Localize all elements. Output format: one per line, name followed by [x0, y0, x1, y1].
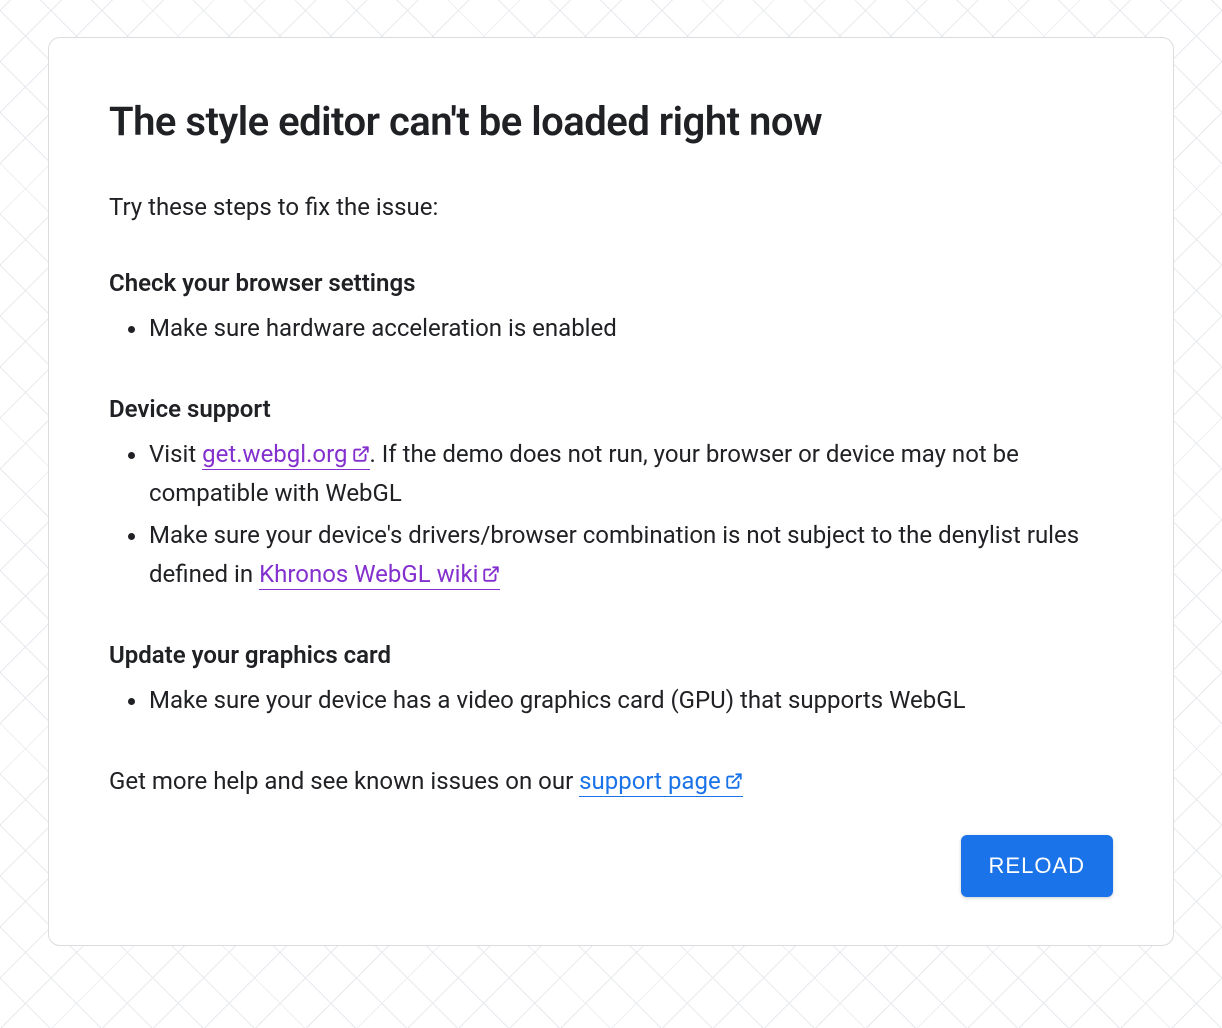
external-link-icon [725, 768, 743, 796]
footer-prefix: Get more help and see known issues on ou… [109, 767, 579, 795]
webgl-link[interactable]: get.webgl.org [202, 440, 369, 470]
button-row: RELOAD [109, 835, 1113, 897]
external-link-icon [352, 436, 370, 474]
section-heading-graphics: Update your graphics card [109, 641, 1113, 669]
error-card: The style editor can't be loaded right n… [48, 37, 1174, 946]
device-list: Visit get.webgl.org. If the demo does no… [109, 435, 1113, 593]
section-heading-device: Device support [109, 395, 1113, 423]
external-link-icon [482, 556, 500, 594]
section-browser-settings: Check your browser settings Make sure ha… [109, 269, 1113, 347]
list-item: Visit get.webgl.org. If the demo does no… [149, 435, 1113, 512]
page-title: The style editor can't be loaded right n… [109, 98, 1113, 145]
list-item: Make sure hardware acceleration is enabl… [149, 309, 1113, 347]
support-link[interactable]: support page [579, 767, 743, 797]
browser-list: Make sure hardware acceleration is enabl… [109, 309, 1113, 347]
list-item: Make sure your device has a video graphi… [149, 681, 1113, 719]
footer-text: Get more help and see known issues on ou… [109, 767, 1113, 795]
section-heading-browser: Check your browser settings [109, 269, 1113, 297]
list-item: Make sure your device's drivers/browser … [149, 516, 1113, 593]
section-graphics-card: Update your graphics card Make sure your… [109, 641, 1113, 719]
intro-text: Try these steps to fix the issue: [109, 193, 1113, 221]
section-device-support: Device support Visit get.webgl.org. If t… [109, 395, 1113, 593]
khronos-link[interactable]: Khronos WebGL wiki [259, 560, 500, 590]
reload-button[interactable]: RELOAD [961, 835, 1113, 897]
graphics-list: Make sure your device has a video graphi… [109, 681, 1113, 719]
text-prefix: Visit [149, 440, 202, 468]
